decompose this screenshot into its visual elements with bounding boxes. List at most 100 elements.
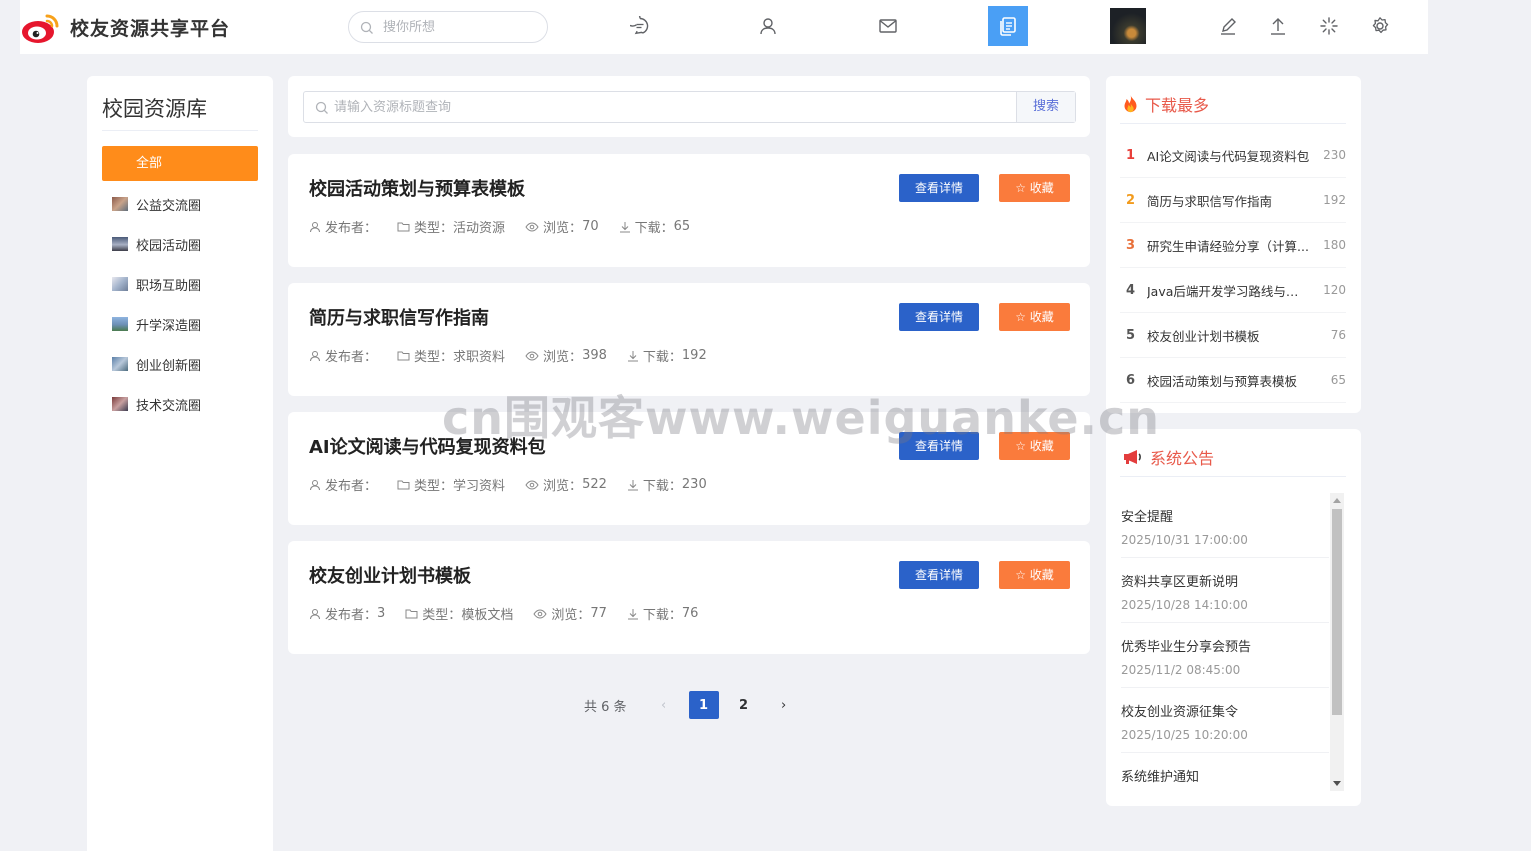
resource-meta: 发布者： 类型： 学习资料 浏览： 522 下载： 230 bbox=[309, 475, 727, 494]
megaphone-icon bbox=[1124, 450, 1141, 464]
folder-icon bbox=[397, 222, 410, 231]
category-item[interactable]: 公益交流圈 bbox=[112, 194, 201, 214]
loading-icon[interactable] bbox=[1317, 14, 1341, 38]
rank-number: 4 bbox=[1126, 282, 1136, 298]
category-item[interactable]: 升学深造圈 bbox=[112, 314, 201, 334]
type-value: 活动资源 bbox=[453, 221, 506, 236]
scroll-up-arrow-icon[interactable] bbox=[1333, 498, 1341, 503]
resource-name: 研究生申请经验分享（计算... bbox=[1147, 238, 1309, 254]
category-item[interactable]: 技术交流圈 bbox=[112, 394, 201, 414]
announcement-item[interactable]: 优秀毕业生分享会预告 2025/11/2 08:45:00 bbox=[1121, 623, 1329, 688]
resource-title[interactable]: 校友创业计划书模板 bbox=[309, 562, 471, 588]
edit-icon[interactable] bbox=[1216, 14, 1240, 38]
divider bbox=[1120, 476, 1346, 477]
view-detail-button[interactable]: 查看详情 bbox=[899, 303, 979, 331]
eye-icon bbox=[525, 221, 539, 232]
favorite-button[interactable]: ☆ 收藏 bbox=[999, 561, 1070, 589]
download-count: 76 bbox=[1330, 328, 1346, 342]
brand-title[interactable]: 校友资源共享平台 bbox=[70, 14, 230, 41]
category-thumbnail bbox=[112, 317, 128, 331]
sidebar-title: 校园资源库 bbox=[102, 97, 207, 121]
global-search-input[interactable] bbox=[383, 17, 533, 37]
rank-number: 1 bbox=[1126, 147, 1136, 163]
announcement-item-time: 2025/10/31 17:00:00 bbox=[1121, 533, 1248, 547]
favorite-button[interactable]: ☆ 收藏 bbox=[999, 174, 1070, 202]
download-icon bbox=[627, 608, 638, 619]
announcement-item[interactable]: 校友创业资源征集令 2025/10/25 10:20:00 bbox=[1121, 688, 1329, 753]
divider bbox=[102, 130, 258, 131]
resource-search-panel: 搜索 bbox=[288, 76, 1090, 137]
announcement-list[interactable]: 安全提醒 2025/10/31 17:00:00 资料共享区更新说明 2025/10/… bbox=[1121, 493, 1329, 791]
views-label: 浏览： bbox=[543, 350, 583, 365]
downloads-value: 230 bbox=[681, 477, 707, 492]
views-value: 70 bbox=[582, 219, 599, 234]
top-download-item[interactable]: 4 Java后端开发学习路线与资... 120 bbox=[1120, 268, 1346, 313]
avatar[interactable] bbox=[1110, 8, 1146, 44]
user-icon[interactable] bbox=[756, 14, 780, 38]
download-icon bbox=[627, 479, 638, 490]
page-button[interactable]: 1 bbox=[688, 691, 719, 719]
top-download-item[interactable]: 3 研究生申请经验分享（计算... 180 bbox=[1120, 223, 1346, 268]
category-item[interactable]: 创业创新圈 bbox=[112, 354, 201, 374]
fire-icon bbox=[1124, 95, 1137, 113]
downloads-label: 下载： bbox=[642, 479, 682, 494]
favorite-button[interactable]: ☆ 收藏 bbox=[999, 303, 1070, 331]
downloads-label: 下载： bbox=[634, 221, 674, 236]
search-icon bbox=[360, 20, 374, 39]
top-download-item[interactable]: 2 简历与求职信写作指南 192 bbox=[1120, 178, 1346, 223]
document-icon[interactable] bbox=[988, 6, 1028, 46]
weibo-logo-icon[interactable] bbox=[20, 10, 60, 44]
scroll-down-arrow-icon[interactable] bbox=[1333, 781, 1341, 786]
category-item[interactable]: 职场互助圈 bbox=[112, 274, 201, 294]
prev-page-button[interactable]: ‹ bbox=[649, 691, 679, 719]
resource-card: 简历与求职信写作指南 查看详情 ☆ 收藏 发布者： 类型： 求职资料 浏览： 398… bbox=[288, 283, 1090, 396]
next-page-button[interactable]: › bbox=[769, 691, 799, 719]
announcement-item[interactable]: 安全提醒 2025/10/31 17:00:00 bbox=[1121, 493, 1329, 558]
upload-icon[interactable] bbox=[1266, 14, 1290, 38]
view-detail-button[interactable]: 查看详情 bbox=[899, 561, 979, 589]
resource-name: 简历与求职信写作指南 bbox=[1147, 193, 1273, 209]
downloads-value: 76 bbox=[681, 606, 699, 621]
category-label: 职场互助圈 bbox=[136, 278, 202, 294]
type-label: 类型： bbox=[414, 479, 454, 494]
download-icon bbox=[627, 350, 638, 361]
views-label: 浏览： bbox=[543, 221, 583, 236]
page-button[interactable]: 2 bbox=[729, 691, 759, 719]
top-navbar: 校友资源共享平台 bbox=[20, 0, 1428, 54]
publisher-value: 3 bbox=[377, 606, 386, 621]
views-value: 398 bbox=[582, 348, 607, 363]
resource-title[interactable]: 校园活动策划与预算表模板 bbox=[309, 175, 525, 201]
rank-number: 2 bbox=[1126, 192, 1136, 208]
search-button[interactable]: 搜索 bbox=[1016, 92, 1075, 122]
category-item[interactable]: 校园活动圈 bbox=[112, 234, 201, 254]
chat-icon[interactable] bbox=[628, 14, 652, 38]
top-download-item[interactable]: 1 AI论文阅读与代码复现资料包 230 bbox=[1120, 133, 1346, 178]
announcement-panel: 系统公告 安全提醒 2025/10/31 17:00:00 资料共享区更新说明 202… bbox=[1106, 429, 1361, 806]
resource-name: 校园活动策划与预算表模板 bbox=[1147, 373, 1298, 389]
eye-icon bbox=[533, 608, 547, 619]
divider bbox=[1120, 123, 1346, 124]
publisher-label: 发布者： bbox=[325, 479, 378, 494]
publisher-label: 发布者： bbox=[325, 350, 378, 365]
announcement-item-time: 2025/10/25 10:20:00 bbox=[1121, 728, 1248, 742]
view-detail-button[interactable]: 查看详情 bbox=[899, 174, 979, 202]
announcement-item[interactable]: 资料共享区更新说明 2025/10/28 14:10:00 bbox=[1121, 558, 1329, 623]
views-value: 77 bbox=[590, 606, 607, 621]
resource-search-input[interactable] bbox=[334, 97, 974, 117]
settings-icon[interactable] bbox=[1368, 14, 1392, 38]
resource-meta: 发布者： 3 类型： 模板文档 浏览： 77 下载： 76 bbox=[309, 604, 718, 623]
top-download-item[interactable]: 5 校友创业计划书模板 76 bbox=[1120, 313, 1346, 358]
scroll-thumb[interactable] bbox=[1332, 509, 1342, 715]
announcement-item-title: 安全提醒 bbox=[1121, 510, 1174, 525]
announcement-item[interactable]: 系统维护通知2025/11/1 10:00:00 bbox=[1121, 753, 1329, 791]
eye-icon bbox=[525, 350, 539, 361]
mail-icon[interactable] bbox=[876, 14, 900, 38]
resource-card: 校友创业计划书模板 查看详情 ☆ 收藏 发布者： 3 类型： 模板文档 浏览： 77 … bbox=[288, 541, 1090, 654]
scrollbar[interactable] bbox=[1330, 493, 1344, 791]
downloads-value: 192 bbox=[681, 348, 707, 363]
resource-name: Java后端开发学习路线与资... bbox=[1147, 283, 1310, 299]
category-all[interactable]: 全部 bbox=[102, 146, 258, 181]
type-value: 学习资料 bbox=[453, 479, 506, 494]
resource-title[interactable]: 简历与求职信写作指南 bbox=[309, 304, 489, 330]
global-search[interactable] bbox=[348, 11, 548, 43]
